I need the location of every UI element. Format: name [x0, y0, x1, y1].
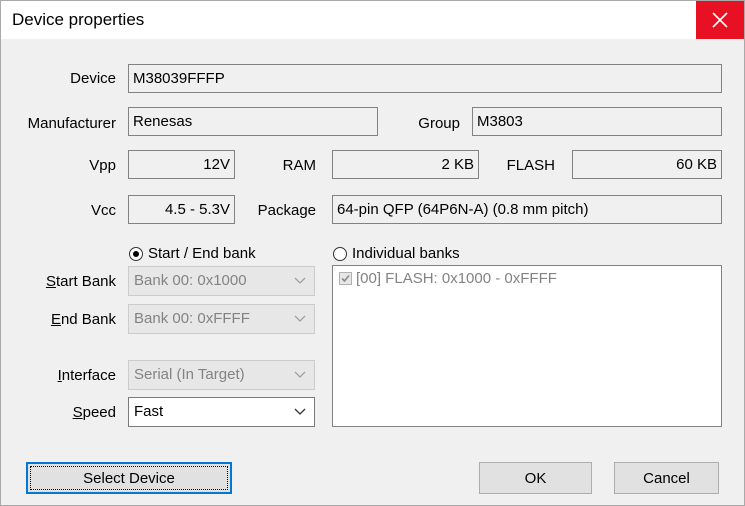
close-button[interactable]: [696, 1, 744, 39]
ram-label: RAM: [282, 157, 316, 174]
vcc-field: 4.5 - 5.3V: [128, 195, 235, 224]
bank-item-label: [00] FLASH: 0x1000 - 0xFFFF: [356, 270, 557, 287]
title-bar: Device properties: [1, 1, 744, 39]
manufacturer-field: Renesas: [128, 107, 378, 136]
chevron-down-icon: [294, 371, 306, 378]
start-bank-select[interactable]: Bank 00: 0x1000: [128, 266, 315, 296]
speed-select[interactable]: Fast: [128, 397, 315, 427]
start-end-bank-label: Start / End bank: [148, 245, 256, 262]
end-bank-value: Bank 00: 0xFFFF: [134, 310, 250, 327]
end-bank-select[interactable]: Bank 00: 0xFFFF: [128, 304, 315, 334]
package-label: Package: [257, 202, 316, 219]
device-field: M38039FFFP: [128, 64, 722, 93]
window-title: Device properties: [12, 10, 145, 29]
focus-rect: [30, 466, 228, 490]
cancel-label: Cancel: [643, 469, 690, 487]
start-end-bank-radio[interactable]: Start / End bank: [129, 245, 256, 262]
radio-circle: [333, 246, 347, 261]
bank-list[interactable]: [00] FLASH: 0x1000 - 0xFFFF: [332, 265, 722, 427]
ram-field: 2 KB: [332, 150, 479, 179]
manufacturer-label: Manufacturer: [27, 115, 116, 132]
interface-select[interactable]: Serial (In Target): [128, 360, 315, 390]
select-device-button[interactable]: Select Device: [26, 462, 232, 494]
ok-label: OK: [524, 469, 547, 487]
chevron-down-icon: [294, 408, 306, 415]
radio-circle: [129, 246, 143, 261]
close-icon: [712, 12, 728, 28]
interface-value: Serial (In Target): [134, 366, 245, 383]
vpp-field: 12V: [128, 150, 235, 179]
individual-banks-radio[interactable]: Individual banks: [333, 245, 460, 262]
start-bank-label: Start Bank: [45, 273, 116, 290]
chevron-down-icon: [294, 315, 306, 322]
radio-dot: [133, 250, 139, 257]
start-bank-value: Bank 00: 0x1000: [134, 272, 247, 289]
chevron-down-icon: [294, 277, 306, 284]
speed-value: Fast: [134, 403, 164, 420]
speed-label: Speed: [72, 404, 116, 421]
bank-checkbox[interactable]: [339, 272, 352, 285]
interface-label: Interface: [57, 367, 116, 384]
end-bank-label: End Bank: [50, 311, 116, 328]
flash-label: FLASH: [506, 157, 555, 174]
device-properties-dialog: Device properties Device M38039FFFP Manu…: [0, 0, 745, 506]
flash-field: 60 KB: [572, 150, 722, 179]
ok-button[interactable]: OK: [479, 462, 592, 494]
checkmark-icon: [341, 274, 350, 283]
vpp-label: Vpp: [89, 157, 116, 174]
list-item[interactable]: [00] FLASH: 0x1000 - 0xFFFF: [339, 270, 557, 287]
individual-banks-label: Individual banks: [352, 245, 460, 262]
package-field: 64-pin QFP (64P6N-A) (0.8 mm pitch): [332, 195, 722, 224]
vcc-label: Vcc: [90, 202, 116, 219]
device-label: Device: [70, 70, 116, 87]
cancel-button[interactable]: Cancel: [614, 462, 719, 494]
group-label: Group: [418, 115, 460, 132]
group-field: M3803: [472, 107, 722, 136]
